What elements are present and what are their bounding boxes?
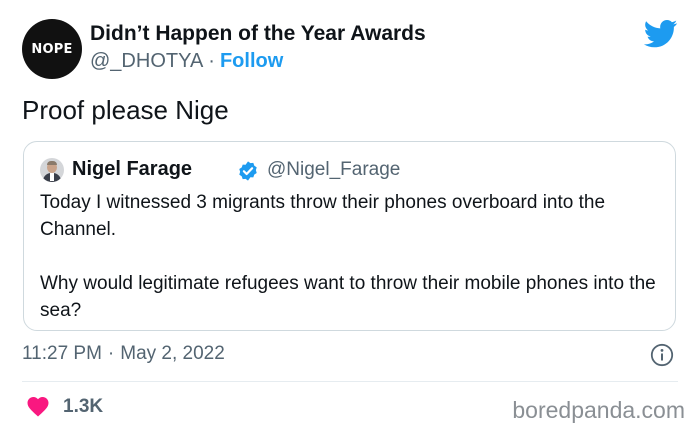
- author-avatar-text: NOPE: [31, 41, 73, 57]
- quoted-author-avatar[interactable]: [40, 158, 64, 182]
- tweet-time: 11:27 PM: [22, 343, 102, 364]
- heart-icon[interactable]: [26, 395, 50, 417]
- twitter-bird-icon[interactable]: [644, 20, 678, 48]
- quoted-tweet-paragraph: Today I witnessed 3 migrants throw their…: [40, 192, 606, 240]
- quoted-tweet-paragraph: Why would legitimate refugees want to th…: [40, 273, 656, 321]
- tweet-timestamp[interactable]: 11:27 PM · May 2, 2022: [22, 343, 225, 365]
- follow-button[interactable]: Follow: [220, 50, 283, 72]
- author-handle[interactable]: @_DHOTYA: [90, 50, 203, 72]
- author-handle-row: @_DHOTYA · Follow: [90, 50, 283, 73]
- like-count: 1.3K: [63, 396, 104, 417]
- quoted-tweet-body: Today I witnessed 3 migrants throw their…: [40, 189, 665, 324]
- quoted-author-handle[interactable]: @Nigel_Farage: [267, 159, 400, 181]
- tweet-text: Proof please Nige: [22, 95, 229, 125]
- verified-badge-icon: [239, 161, 257, 181]
- source-watermark: boredpanda.com: [512, 397, 685, 423]
- tweet-date: May 2, 2022: [120, 343, 225, 364]
- author-avatar[interactable]: NOPE: [22, 19, 82, 79]
- timestamp-separator: ·: [107, 343, 115, 364]
- info-icon[interactable]: [650, 343, 674, 367]
- author-display-name[interactable]: Didn’t Happen of the Year Awards: [90, 22, 426, 46]
- quoted-author-name[interactable]: Nigel Farage: [72, 158, 192, 181]
- divider: [22, 381, 678, 382]
- quoted-tweet-card[interactable]: Nigel Farage @Nigel_Farage Today I witne…: [23, 141, 676, 331]
- handle-separator: ·: [208, 50, 215, 72]
